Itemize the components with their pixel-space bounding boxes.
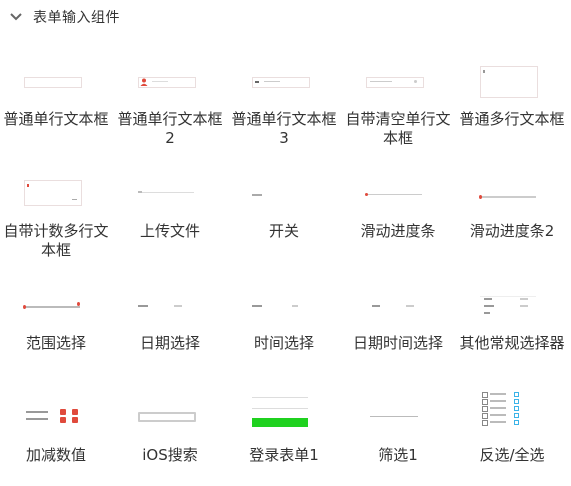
thumbnail (134, 162, 206, 202)
component-label: 时间选择 (253, 334, 314, 352)
thumbnail (476, 162, 548, 202)
component-label: 日期时间选择 (352, 334, 443, 352)
component-label: 范围选择 (25, 334, 86, 352)
component-card[interactable]: 滑动进度条2 (456, 152, 568, 262)
thumbnail (362, 50, 434, 90)
thumbnail (20, 386, 92, 426)
component-label: 登录表单1 (249, 446, 319, 464)
component-label: 日期选择 (139, 334, 200, 352)
component-card[interactable]: 加减数值 (0, 376, 112, 486)
thumbnail (476, 386, 548, 426)
thumbnail (248, 274, 320, 314)
thumbnail (362, 162, 434, 202)
component-label: 自带清空单行文本框 (345, 110, 451, 147)
thumbnail (20, 50, 92, 90)
component-label: 反选/全选 (479, 446, 545, 464)
component-card[interactable]: 其他常规选择器 (456, 264, 568, 374)
component-card[interactable]: 普通单行文本框 (0, 40, 112, 150)
component-card[interactable]: 反选/全选 (456, 376, 568, 486)
component-card[interactable]: 滑动进度条 (342, 152, 454, 262)
component-card[interactable]: 普通单行文本框2 (114, 40, 226, 150)
component-card[interactable]: 自带清空单行文本框 (342, 40, 454, 150)
component-card[interactable]: 普通单行文本框3 (228, 40, 340, 150)
section-title: 表单输入组件 (33, 10, 120, 26)
thumbnail (134, 274, 206, 314)
thumbnail (20, 162, 92, 206)
component-label: 上传文件 (139, 222, 200, 240)
component-label: 普通单行文本框2 (117, 110, 223, 147)
thumbnail (248, 386, 320, 427)
component-card[interactable]: 普通多行文本框 (456, 40, 568, 150)
component-label: 加减数值 (25, 446, 86, 464)
thumbnail (476, 274, 548, 314)
thumbnail (362, 386, 434, 426)
component-label: iOS搜索 (142, 446, 198, 464)
component-label: 开关 (268, 222, 299, 240)
component-label: 其他常规选择器 (459, 334, 565, 352)
thumbnail (248, 50, 320, 90)
component-card[interactable]: 自带计数多行文本框 (0, 152, 112, 262)
component-card[interactable]: 日期选择 (114, 264, 226, 374)
component-card[interactable]: 筛选1 (342, 376, 454, 486)
component-label: 普通单行文本框3 (231, 110, 337, 147)
component-card[interactable]: 范围选择 (0, 264, 112, 374)
component-label: 筛选1 (378, 446, 418, 464)
component-label: 普通多行文本框 (459, 110, 565, 128)
thumbnail (20, 274, 92, 314)
component-card[interactable]: 时间选择 (228, 264, 340, 374)
component-label: 自带计数多行文本框 (3, 222, 109, 259)
component-label: 滑动进度条2 (469, 222, 555, 240)
thumbnail (134, 386, 206, 426)
thumbnail (362, 274, 434, 314)
component-card[interactable]: 上传文件 (114, 152, 226, 262)
component-card[interactable]: iOS搜索 (114, 376, 226, 486)
component-label: 普通单行文本框 (3, 110, 109, 128)
thumbnail (476, 50, 548, 98)
component-card[interactable]: 日期时间选择 (342, 264, 454, 374)
component-card[interactable]: 开关 (228, 152, 340, 262)
component-card[interactable]: 登录表单1 (228, 376, 340, 486)
thumbnail (134, 50, 206, 90)
user-icon (140, 78, 148, 86)
component-label: 滑动进度条 (360, 222, 436, 240)
section-header[interactable]: 表单输入组件 (0, 0, 571, 34)
thumbnail (248, 162, 320, 202)
chevron-down-icon[interactable] (8, 10, 24, 24)
